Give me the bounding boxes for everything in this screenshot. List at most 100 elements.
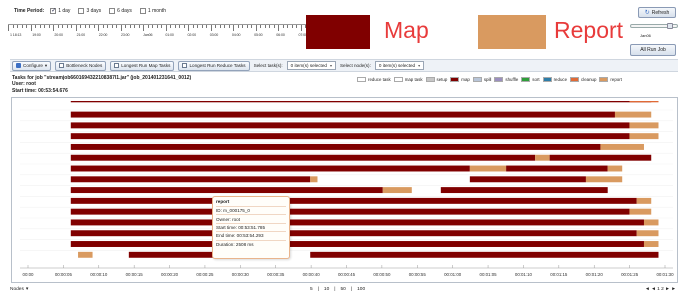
- timeline-label: 05:00: [254, 33, 263, 37]
- legend-label: setup: [436, 77, 448, 82]
- timeline-scale: [8, 24, 343, 32]
- timeline-tick: [71, 25, 72, 28]
- timeline-tick: [17, 25, 18, 28]
- bar-report[interactable]: [629, 122, 659, 129]
- bar-map[interactable]: [549, 154, 652, 161]
- timeline-tick: [291, 25, 293, 28]
- legend-item-report: report: [599, 77, 622, 82]
- page-size-100[interactable]: 100: [357, 287, 365, 292]
- bar-map[interactable]: [440, 187, 608, 194]
- bar-report[interactable]: [78, 251, 93, 258]
- gantt-chart[interactable]: 00:00 00:00:05 00:00:10 00:00:15 00:00:20 00:…: [12, 98, 679, 284]
- tooltip-start: Start time: 00:53:51.785: [216, 222, 286, 231]
- bar-report[interactable]: [629, 208, 652, 215]
- timeline-tick: [174, 25, 176, 28]
- timeline-tick: [251, 25, 252, 28]
- timeline-tick: [66, 25, 68, 28]
- x-axis-tick-label: 00:00:30: [232, 272, 250, 277]
- timeline-tick: [237, 25, 239, 28]
- timeline-label: 01:00: [165, 33, 174, 37]
- bar-map[interactable]: [70, 143, 601, 150]
- timeline-strip[interactable]: 1 18:13 19:00 20:00 21:00 22:00 23:00 Jan06 01:…: [8, 22, 343, 44]
- checkbox-icon[interactable]: [78, 8, 85, 14]
- checkbox-icon[interactable]: [50, 7, 56, 14]
- time-period-3-days[interactable]: 3 days: [78, 8, 101, 14]
- longest-reduce-tasks-button[interactable]: Longest Run Reduce Tasks: [178, 60, 250, 71]
- timeline-tick: [170, 25, 171, 28]
- bar-report[interactable]: [600, 143, 644, 150]
- bar-report[interactable]: [607, 165, 623, 172]
- slider-handle[interactable]: [667, 23, 673, 29]
- checkbox-icon[interactable]: [109, 8, 116, 14]
- button-label: Bottleneck Nodes: [66, 63, 103, 68]
- x-axis-tick-label: 00:01:10: [515, 272, 533, 277]
- timeline-label: 02:00: [187, 33, 197, 37]
- page-size-5[interactable]: 5: [310, 287, 313, 292]
- slider-track[interactable]: [630, 23, 678, 29]
- legend-item-map-task: map task: [393, 77, 423, 82]
- bar-report[interactable]: [614, 111, 652, 118]
- bar-map[interactable]: [70, 154, 536, 161]
- x-axis-tick-label: 00:00: [23, 272, 35, 277]
- bar-map[interactable]: [70, 133, 630, 140]
- x-axis-tick-label: 00:00:10: [90, 272, 108, 277]
- bar-map[interactable]: [70, 187, 383, 194]
- legend-item-cleanup: cleanup: [570, 77, 596, 82]
- map-color-swatch: [306, 15, 370, 49]
- select-nodes-dropdown[interactable]: 0 item(s) selected ▾: [374, 61, 425, 70]
- bar-report[interactable]: [629, 133, 659, 140]
- nodes-menu[interactable]: Nodes ▾: [10, 287, 28, 292]
- configure-button[interactable]: Configure ▾: [12, 60, 52, 71]
- timeline-tick: [143, 25, 144, 31]
- timeline-tick: [125, 25, 126, 28]
- bottleneck-nodes-button[interactable]: Bottleneck Nodes: [55, 60, 107, 71]
- timeline-tick: [147, 25, 149, 28]
- bar-map[interactable]: [70, 122, 630, 129]
- bar-report[interactable]: [310, 176, 318, 183]
- longest-map-tasks-button[interactable]: Longest Run Map Tasks: [110, 60, 175, 71]
- separator: |: [334, 286, 336, 292]
- timeline-tick: [215, 25, 216, 28]
- select-tasks-dropdown[interactable]: 0 item(s) selected ▾: [286, 61, 336, 70]
- bar-map[interactable]: [469, 176, 586, 183]
- bar-map[interactable]: [70, 230, 637, 237]
- timeline-label: 20:00: [54, 33, 63, 37]
- bar-report[interactable]: [643, 241, 659, 247]
- bar-map[interactable]: [70, 165, 470, 172]
- time-period-1-day[interactable]: 1 day: [50, 7, 70, 14]
- refresh-button[interactable]: ↻ Refresh: [638, 7, 676, 18]
- time-period-6-days[interactable]: 6 days: [109, 8, 132, 14]
- gantt-chart-panel[interactable]: 00:00 00:00:05 00:00:10 00:00:15 00:00:20 00:…: [11, 97, 678, 283]
- bar-map[interactable]: [506, 165, 608, 172]
- bar-map[interactable]: [70, 176, 311, 183]
- legend-swatch: [425, 77, 435, 82]
- page-size-50[interactable]: 50: [341, 287, 346, 292]
- timeline-tick: [84, 25, 86, 28]
- page-size-10[interactable]: 10: [324, 287, 329, 292]
- bar-report[interactable]: [382, 187, 412, 194]
- bar-map[interactable]: [70, 219, 644, 226]
- bar-report[interactable]: [469, 165, 507, 172]
- chevron-down-icon: ▾: [44, 62, 48, 68]
- x-axis-tick-label: 00:00:15: [126, 272, 144, 277]
- checkbox-icon[interactable]: [139, 8, 146, 14]
- bar-map[interactable]: [310, 251, 659, 258]
- bar-report[interactable]: [636, 197, 652, 204]
- bar-map[interactable]: [70, 111, 615, 118]
- bar-map[interactable]: [70, 197, 637, 204]
- timeline-label: 04:00: [231, 33, 241, 37]
- pager[interactable]: ◄ ◄ 1 2 ► ►: [645, 287, 676, 292]
- timeline-tick: [48, 25, 50, 28]
- bar-report[interactable]: [636, 230, 659, 237]
- bar-report[interactable]: [585, 176, 623, 183]
- bar-report[interactable]: [643, 219, 659, 226]
- bar-report[interactable]: [535, 154, 550, 161]
- time-period-1-month[interactable]: 1 month: [139, 8, 166, 14]
- all-run-job-button[interactable]: All Run Job: [630, 44, 676, 56]
- timeline-tick: [282, 25, 284, 28]
- legend-label: sort: [532, 77, 540, 82]
- task-start-time: Start time: 00:53:54.676: [12, 87, 68, 94]
- bar-map[interactable]: [70, 241, 644, 247]
- bar-map[interactable]: [70, 208, 630, 215]
- timeline-zoom-slider[interactable]: Jan06: [630, 22, 678, 42]
